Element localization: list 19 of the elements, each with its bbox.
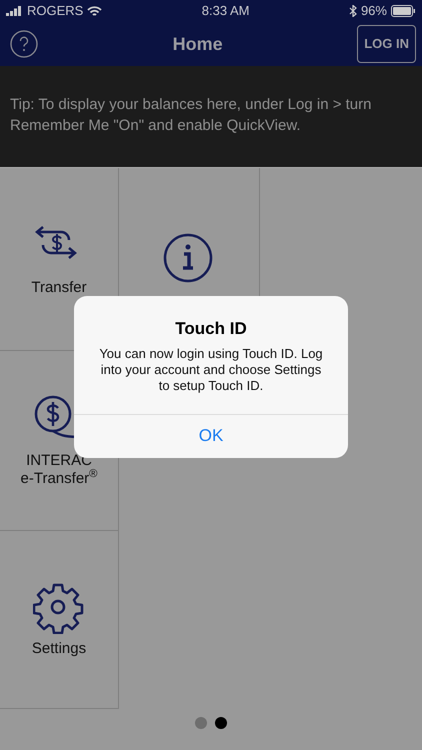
tip-text: Tip: To display your balances here, under Log in > turn Remember Me "On" and enable QuickView.: [0, 66, 422, 167]
tile-label: Settings: [32, 640, 86, 658]
tile-label: Transfer: [31, 279, 87, 297]
battery-percent: 96%: [360, 2, 387, 20]
page-dot[interactable]: [195, 717, 207, 729]
bluetooth-icon: [348, 5, 357, 17]
carrier-name: ROGERS: [27, 2, 84, 20]
login-button[interactable]: LOG IN: [357, 25, 416, 63]
status-time: 8:33 AM: [202, 2, 250, 20]
page-dot[interactable]: [215, 717, 227, 729]
screen-title: Home: [172, 32, 223, 56]
grid-tile[interactable]: Settings: [0, 531, 119, 709]
wifi-icon: [87, 6, 102, 16]
settings-icon: [33, 582, 85, 634]
help-icon[interactable]: [10, 30, 38, 58]
info-icon: [163, 233, 215, 285]
dialog-title: Touch ID: [174, 318, 248, 340]
signal-icon: [6, 6, 23, 16]
battery-icon: [390, 5, 416, 17]
